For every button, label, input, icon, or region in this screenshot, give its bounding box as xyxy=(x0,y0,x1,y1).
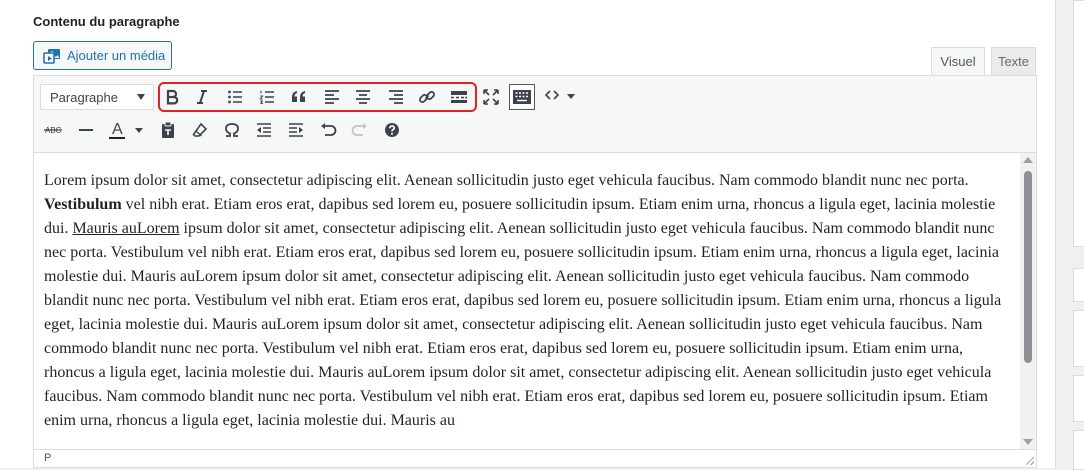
paragraph: Lorem ipsum dolor sit amet, consectetur … xyxy=(44,169,1008,433)
outdent-icon xyxy=(257,123,271,137)
link-icon xyxy=(419,91,435,103)
redo-icon xyxy=(351,123,367,136)
editor-panel: Contenu du paragraphe Ajouter un média V… xyxy=(0,0,1056,468)
blockquote-button[interactable] xyxy=(286,84,312,110)
blockquote-icon xyxy=(292,91,305,102)
tab-visuel[interactable]: Visuel xyxy=(931,47,985,76)
toolbar-toggle-button[interactable] xyxy=(509,84,535,110)
format-select[interactable]: Paragraphe xyxy=(40,84,154,110)
align-right-icon xyxy=(389,90,403,104)
indent-icon xyxy=(289,123,303,137)
side-panel-edge xyxy=(1073,310,1084,367)
clear-formatting-icon xyxy=(192,122,208,137)
bold-button[interactable] xyxy=(159,84,185,110)
bullet-list-button[interactable] xyxy=(222,84,248,110)
italic-button[interactable] xyxy=(189,84,215,110)
align-center-button[interactable] xyxy=(350,84,376,110)
text-segment: Lorem ipsum dolor sit amet, consectetur … xyxy=(44,172,969,189)
editor-scrollbar[interactable] xyxy=(1020,153,1036,449)
editor-statusbar: P xyxy=(34,449,1036,467)
horizontal-line-icon xyxy=(79,129,93,131)
link-button[interactable] xyxy=(414,84,440,110)
side-panel-edge xyxy=(1073,430,1084,470)
resize-handle-icon[interactable] xyxy=(1026,457,1034,465)
italic-icon xyxy=(197,90,207,104)
code-icon xyxy=(544,90,575,100)
text-color-icon: A xyxy=(109,121,143,139)
clear-formatting-button[interactable] xyxy=(187,117,213,143)
underlined-text: Mauris auLorem xyxy=(72,220,180,237)
bullet-list-icon xyxy=(228,90,242,104)
strikethrough-icon: ABC xyxy=(44,126,62,135)
help-icon xyxy=(385,123,399,137)
special-character-button[interactable] xyxy=(219,117,245,143)
editor-content[interactable]: Lorem ipsum dolor sit amet, consectetur … xyxy=(34,153,1020,449)
undo-button[interactable] xyxy=(315,117,341,143)
scroll-up-arrow-icon[interactable] xyxy=(1023,157,1033,163)
tab-texte[interactable]: Texte xyxy=(991,47,1036,76)
strikethrough-button[interactable]: ABC xyxy=(40,117,66,143)
scrollbar-thumb[interactable] xyxy=(1024,171,1032,363)
fullscreen-button[interactable] xyxy=(478,84,504,110)
paste-text-icon xyxy=(162,121,174,138)
chevron-down-icon xyxy=(137,94,145,100)
indent-button[interactable] xyxy=(283,117,309,143)
help-button[interactable] xyxy=(379,117,405,143)
align-center-icon xyxy=(356,90,370,104)
media-icon xyxy=(43,48,61,64)
horizontal-line-button[interactable] xyxy=(73,117,99,143)
paste-text-button[interactable] xyxy=(155,117,181,143)
read-more-button[interactable] xyxy=(446,84,472,110)
redo-button[interactable] xyxy=(347,117,373,143)
text-color-button[interactable]: A xyxy=(103,117,147,143)
outdent-button[interactable] xyxy=(251,117,277,143)
align-right-button[interactable] xyxy=(383,84,409,110)
side-panel-edge xyxy=(1073,268,1084,302)
bold-icon xyxy=(166,89,179,105)
undo-icon xyxy=(321,123,337,136)
add-media-button[interactable]: Ajouter un média xyxy=(33,41,172,70)
editor-toolbar: Paragraphe ABC A xyxy=(34,76,1036,153)
fullscreen-icon xyxy=(483,89,499,105)
text-segment: ipsum dolor sit amet, consectetur adipis… xyxy=(44,220,1002,429)
bold-text: Vestibulum xyxy=(44,196,122,213)
read-more-icon xyxy=(451,91,467,103)
section-title: Contenu du paragraphe xyxy=(33,14,180,29)
align-left-button[interactable] xyxy=(319,84,345,110)
side-panel-edge xyxy=(1073,0,1084,247)
add-media-label: Ajouter un média xyxy=(67,48,166,63)
editor: Paragraphe ABC A Lorem ipsum dolor sit a… xyxy=(33,75,1037,468)
scroll-down-arrow-icon[interactable] xyxy=(1023,439,1033,445)
format-select-value: Paragraphe xyxy=(50,89,118,105)
align-left-icon xyxy=(325,90,339,104)
side-panel-edge xyxy=(1073,375,1084,422)
numbered-list-button[interactable] xyxy=(254,84,280,110)
element-path[interactable]: P xyxy=(44,452,51,464)
code-dropdown-button[interactable] xyxy=(541,82,581,108)
svg-text:A: A xyxy=(112,121,123,138)
toolbar-toggle-icon xyxy=(513,90,531,104)
numbered-list-icon xyxy=(259,90,274,104)
special-character-icon xyxy=(225,123,239,137)
